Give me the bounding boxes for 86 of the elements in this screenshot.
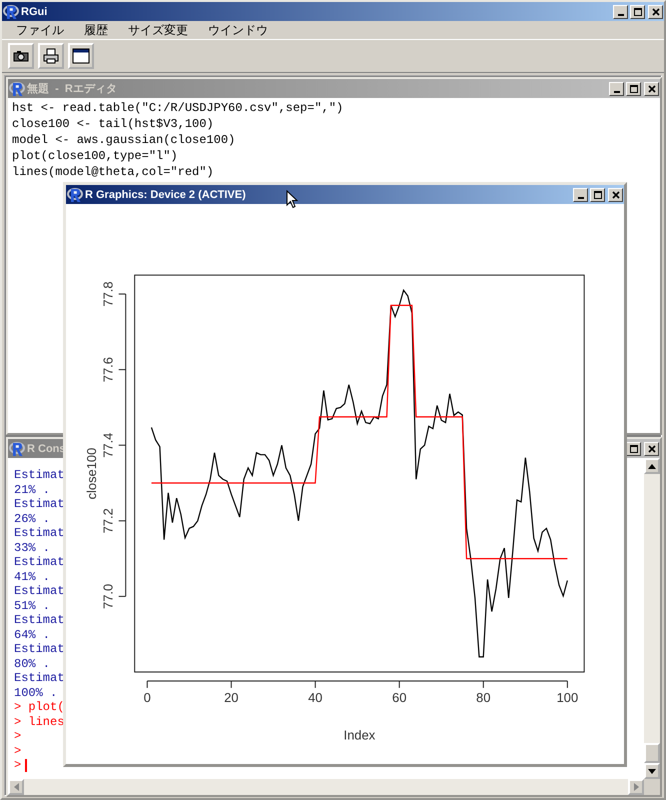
console-line: > <box>14 758 22 772</box>
code-line: hst <- read.table("C:/R/USDJPY60.csv",sep=",") <box>12 100 344 116</box>
menu-item[interactable]: 履歴 <box>74 22 118 38</box>
console-line: > lines <box>14 714 64 729</box>
axis-tick-label: 77.8 <box>100 281 116 307</box>
minimize-icon <box>614 90 620 92</box>
close-icon <box>646 444 656 454</box>
vertical-scrollbar[interactable] <box>644 458 660 779</box>
app-logo-icon <box>9 80 25 96</box>
close-icon <box>646 84 656 94</box>
minimize-button[interactable] <box>609 82 624 96</box>
right-arrow-icon <box>634 783 638 791</box>
maximize-icon <box>592 190 602 200</box>
minimize-icon <box>578 196 584 198</box>
minimize-button[interactable] <box>573 188 588 202</box>
console-line: > <box>14 744 22 758</box>
menu-item[interactable]: ウインドウ <box>198 22 278 38</box>
console-line: Estimat <box>14 468 64 482</box>
window-icon <box>72 48 90 64</box>
axis-tick-label: 77.6 <box>100 357 116 382</box>
axis-tick-label: 77.0 <box>100 584 116 609</box>
window-button[interactable] <box>68 43 94 69</box>
close-button[interactable] <box>608 188 623 202</box>
axis-tick-label: 80 <box>476 690 491 705</box>
axis-tick-label: 60 <box>392 690 407 705</box>
console-line: 80% . <box>14 656 50 671</box>
text-cursor <box>25 758 28 772</box>
code-line: plot(close100,type="l") <box>12 148 179 164</box>
close-button[interactable] <box>644 82 659 96</box>
minimize-icon <box>618 14 624 16</box>
console-line: Estimat <box>14 642 64 656</box>
minimize-button[interactable] <box>613 4 628 18</box>
console-line: 21% . <box>14 482 50 497</box>
console-line: 41% . <box>14 570 50 584</box>
horizontal-scrollbar[interactable] <box>8 779 644 795</box>
code-line: lines(model@theta,col="red") <box>12 164 215 180</box>
axis-title: Index <box>344 728 376 743</box>
window-title: 無題 - Rエディタ <box>27 82 117 96</box>
axis-title: close100 <box>84 448 99 500</box>
maximize-icon <box>628 84 638 94</box>
close-icon <box>610 190 620 200</box>
axis-tick-label: 40 <box>308 690 322 705</box>
console-line: 51% . <box>14 598 50 613</box>
console-line: 64% . <box>14 628 50 642</box>
maximize-button[interactable] <box>590 188 605 202</box>
close-icon <box>650 6 660 16</box>
axis-tick-label: 100 <box>556 690 578 705</box>
console-line: Estimat <box>14 526 64 540</box>
camera-button[interactable] <box>8 43 34 69</box>
axis-tick-label: 77.4 <box>100 432 116 458</box>
console-line: Estimat <box>14 584 64 598</box>
app-logo-icon <box>3 4 19 20</box>
maximize-icon <box>632 6 642 16</box>
maximize-icon <box>628 444 638 454</box>
camera-icon <box>13 50 29 62</box>
app-logo-icon <box>67 186 83 202</box>
console-line: Estimat <box>14 497 64 512</box>
printer-button[interactable] <box>38 43 64 69</box>
axis-tick-label: 0 <box>144 690 151 705</box>
console-line: Estimat <box>14 613 64 628</box>
maximize-button[interactable] <box>626 82 641 96</box>
maximize-button[interactable] <box>626 442 641 456</box>
scroll-thumb[interactable] <box>644 743 660 763</box>
console-line: Estimat <box>14 555 64 570</box>
app-logo-icon <box>9 440 25 456</box>
window-title: R Graphics: Device 2 (ACTIVE) <box>85 188 246 200</box>
console-line: 100% . <box>14 686 58 700</box>
axis-tick-label: 20 <box>224 690 238 705</box>
left-arrow-icon <box>14 783 18 791</box>
console-line: > <box>14 729 22 744</box>
console-line: > plot( <box>14 700 64 714</box>
maximize-button[interactable] <box>630 4 645 18</box>
console-line: 26% . <box>14 512 50 526</box>
window-title: RGui <box>21 6 48 18</box>
close-button[interactable] <box>644 442 659 456</box>
console-line: Estimat <box>14 671 64 686</box>
axis-tick-label: 77.2 <box>100 508 116 534</box>
close-button[interactable] <box>648 4 663 18</box>
code-line: close100 <- tail(hst$V3,100) <box>12 116 215 132</box>
up-arrow-icon <box>648 464 656 468</box>
menu-item[interactable]: ファイル <box>6 22 74 38</box>
menu-item[interactable]: サイズ変更 <box>118 22 198 38</box>
printer-icon <box>43 48 59 64</box>
down-arrow-icon <box>648 768 656 774</box>
code-line: model <- aws.gaussian(close100) <box>12 132 236 148</box>
console-line: 33% . <box>14 540 50 555</box>
